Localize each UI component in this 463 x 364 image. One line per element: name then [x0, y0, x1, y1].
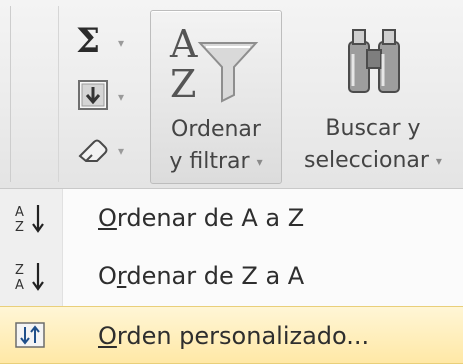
- menu-item-sort-z-a[interactable]: Z A Ordenar de Z a A: [0, 247, 463, 305]
- find-select-label-line1: Buscar y: [325, 116, 421, 141]
- chevron-down-icon[interactable]: ▾: [118, 36, 124, 50]
- svg-text:A: A: [169, 22, 198, 66]
- sigma-icon: Σ: [76, 21, 101, 61]
- chevron-down-icon[interactable]: ▾: [118, 90, 124, 104]
- binoculars-icon: [348, 29, 400, 93]
- sort-filter-label-line1: Ordenar: [171, 117, 261, 142]
- svg-text:Z: Z: [15, 220, 24, 234]
- menu-item-sort-a-z[interactable]: A Z Ordenar de A a Z: [0, 189, 463, 247]
- menu-item-label: Orden personalizado...: [98, 322, 370, 350]
- menu-item-label: Ordenar de A a Z: [98, 204, 305, 232]
- sort-filter-funnel-icon: A Z: [169, 22, 259, 106]
- fill-down-icon: [78, 80, 108, 110]
- clear-button[interactable]: ▾: [68, 126, 144, 172]
- svg-text:A: A: [15, 205, 24, 220]
- svg-text:Z: Z: [15, 263, 24, 278]
- svg-text:Z: Z: [170, 62, 196, 106]
- svg-text:A: A: [15, 278, 24, 292]
- fill-button[interactable]: ▾: [68, 72, 144, 118]
- chevron-down-icon: ▾: [435, 154, 442, 168]
- custom-sort-icon: [15, 322, 45, 348]
- menu-item-custom-sort[interactable]: Orden personalizado...: [0, 306, 463, 364]
- eraser-icon: [78, 139, 108, 162]
- sort-a-to-z-icon: A Z: [15, 205, 44, 234]
- chevron-down-icon: ▾: [256, 155, 263, 169]
- ribbon-editing-group: Σ ▾ ▾ ▾ A Z Ordenar y filtrar ▾ Buscar y…: [0, 0, 463, 189]
- menu-item-label: Ordenar de Z a A: [98, 262, 305, 290]
- ribbon-divider: [10, 6, 11, 182]
- chevron-down-icon[interactable]: ▾: [118, 144, 124, 158]
- sort-filter-menu: A Z Ordenar de A a Z Z A Ordenar de Z a …: [0, 189, 463, 364]
- ribbon-divider: [58, 6, 59, 182]
- autosum-button[interactable]: Σ ▾: [68, 18, 144, 64]
- sort-filter-label-line2: y filtrar: [169, 149, 250, 174]
- sort-filter-button[interactable]: A Z Ordenar y filtrar ▾: [150, 10, 282, 184]
- find-select-button[interactable]: Buscar y seleccionar ▾: [286, 10, 460, 182]
- find-select-label-line2: seleccionar: [304, 148, 429, 173]
- sort-z-to-a-icon: Z A: [15, 263, 44, 292]
